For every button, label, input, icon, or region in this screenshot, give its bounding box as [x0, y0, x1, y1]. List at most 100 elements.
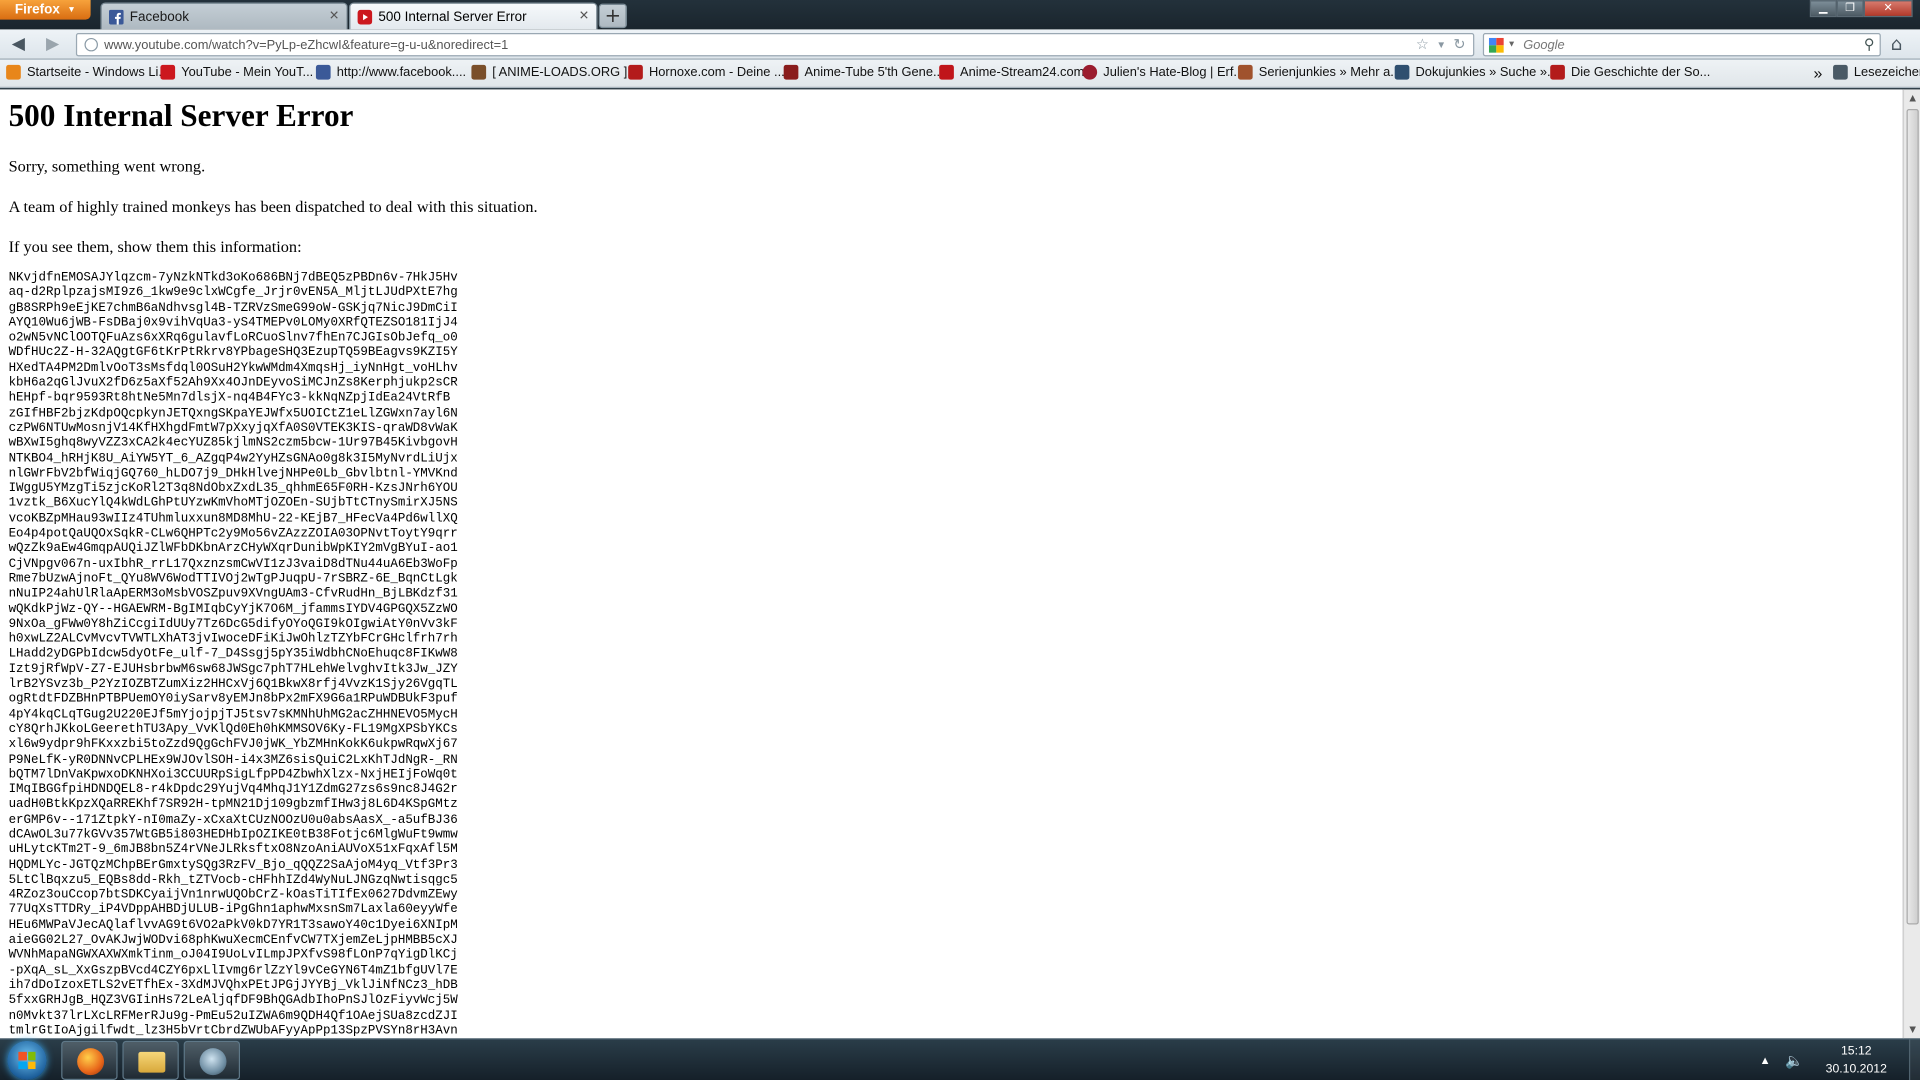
bookmarks-menu-label: Lesezeichen [1853, 64, 1920, 80]
blog-icon [1082, 64, 1098, 80]
forward-button[interactable]: ▶ [42, 34, 64, 54]
firefox-menu-label: Firefox [14, 2, 60, 18]
windows-logo-icon [18, 1051, 36, 1069]
url-bar-actions: ☆ ▼ ↻ [1416, 36, 1466, 56]
volume-icon[interactable]: 🔈 [1785, 1052, 1803, 1069]
bookmark-item[interactable]: Anime-Tube 5'th Gene... [783, 64, 944, 80]
taskbar-explorer[interactable] [122, 1040, 179, 1080]
bookmark-label: Die Geschichte der So... [1571, 64, 1711, 80]
screen: Firefox ▼ Facebook ✕ 500 Internal Server… [0, 0, 1920, 1080]
scroll-up-icon[interactable]: ▲ [1904, 89, 1920, 106]
firefox-menu-button[interactable]: Firefox ▼ [0, 0, 91, 20]
clock-time: 15:12 [1840, 1044, 1872, 1058]
clock[interactable]: 15:12 30.10.2012 [1826, 1042, 1887, 1079]
facebook-icon [315, 64, 331, 80]
clock-date: 30.10.2012 [1825, 1062, 1887, 1077]
monkeys-message: A team of highly trained monkeys has bee… [8, 197, 538, 216]
anime-loads-icon [471, 64, 487, 80]
bookmark-star-icon[interactable]: ☆ [1416, 36, 1429, 56]
bookmark-label: Serienjunkies » Mehr a... [1258, 64, 1402, 80]
serienjunkies-icon [1237, 64, 1253, 80]
back-arrow-icon: ◀ [11, 34, 25, 54]
anime-tube-icon [783, 64, 799, 80]
close-tab-icon[interactable]: ✕ [329, 10, 339, 23]
url-text[interactable]: www.youtube.com/watch?v=PyLp-eZhcwI&feat… [104, 37, 508, 52]
tab-label: 500 Internal Server Error [378, 9, 527, 24]
bookmark-label: Startseite - Windows Li... [26, 64, 170, 80]
forward-arrow-icon: ▶ [46, 34, 60, 54]
scroll-down-icon[interactable]: ▼ [1904, 1021, 1920, 1038]
bookmark-item[interactable]: Die Geschichte der So... [1550, 64, 1711, 80]
tab-label: Facebook [129, 9, 189, 24]
close-window-button[interactable]: ✕ [1863, 0, 1913, 18]
youtube-icon [357, 9, 373, 24]
dropdown-arrow-icon: ▼ [67, 5, 76, 15]
search-input[interactable]: Google [1523, 37, 1564, 52]
explorer-folder-icon [138, 1051, 166, 1073]
bookmark-item[interactable]: Anime-Stream24.com [939, 64, 1085, 80]
home-button[interactable]: ⌂ [1891, 33, 1903, 55]
home-icon: ⌂ [1890, 33, 1903, 56]
back-button[interactable]: ◀ [7, 34, 29, 54]
window-controls: ▁ ❐ ✕ [1809, 0, 1913, 18]
bookmark-item[interactable]: Julien's Hate-Blog | Erf... [1082, 64, 1245, 80]
bookmark-item[interactable]: Dokujunkies » Suche »... [1394, 64, 1558, 80]
rss-icon [6, 64, 21, 80]
taskbar-firefox[interactable] [61, 1040, 118, 1080]
new-tab-button[interactable]: + [598, 3, 627, 29]
debug-info-block: NKvjdfnEMOSAJYlqzcm-7yNzkNTkd3oKo686BNj7… [8, 271, 458, 1039]
bookmark-label: Anime-Stream24.com [960, 64, 1085, 80]
bookmark-item[interactable]: Hornoxe.com - Deine ... [628, 64, 785, 80]
search-bar[interactable]: ▼ Google ⚲ [1482, 33, 1881, 57]
facebook-icon [108, 9, 124, 24]
bookmark-label: [ ANIME-LOADS.ORG ]... [492, 64, 638, 80]
start-button[interactable] [7, 1040, 47, 1080]
youtube-icon [160, 64, 176, 80]
info-prompt: If you see them, show them this informat… [8, 237, 302, 256]
bookmark-label: Julien's Hate-Blog | Erf... [1103, 64, 1245, 80]
error-heading: 500 Internal Server Error [8, 97, 354, 134]
page-content: 500 Internal Server Error Sorry, somethi… [0, 89, 1903, 1039]
devil-icon [628, 64, 643, 80]
site-identity-icon[interactable] [84, 37, 98, 52]
bookmark-label: Anime-Tube 5'th Gene... [804, 64, 944, 80]
title-bar: Firefox ▼ Facebook ✕ 500 Internal Server… [0, 0, 1920, 30]
reload-icon[interactable]: ↻ [1453, 36, 1465, 56]
bookmark-item[interactable]: http://www.facebook.... [315, 64, 467, 80]
bookmark-label: Dokujunkies » Suche »... [1415, 64, 1558, 80]
tab-error-page[interactable]: 500 Internal Server Error ✕ [348, 2, 598, 30]
bookmarks-toolbar: Startseite - Windows Li... YouTube - Mei… [0, 60, 1920, 89]
bookmark-item[interactable]: [ ANIME-LOADS.ORG ]... [471, 64, 638, 80]
bookmarks-menu-icon [1833, 64, 1848, 80]
navigation-toolbar: ◀ ▶ www.youtube.com/watch?v=PyLp-eZhcwI&… [0, 29, 1920, 61]
search-icon[interactable]: ⚲ [1864, 36, 1875, 53]
bookmark-item[interactable]: Serienjunkies » Mehr a... [1237, 64, 1402, 80]
taskbar-media-player[interactable] [183, 1040, 241, 1080]
minimize-button[interactable]: ▁ [1809, 0, 1837, 18]
scrollbar-thumb[interactable] [1906, 108, 1919, 925]
maximize-button[interactable]: ❐ [1836, 0, 1864, 18]
firefox-icon [77, 1048, 105, 1076]
history-dropdown-icon[interactable]: ▼ [1436, 36, 1446, 56]
dokujunkies-icon [1394, 64, 1410, 80]
bookmark-label: Hornoxe.com - Deine ... [648, 64, 785, 80]
bookmark-label: YouTube - Mein YouT... [181, 64, 314, 80]
tab-facebook[interactable]: Facebook ✕ [100, 2, 348, 30]
google-icon[interactable] [1488, 37, 1504, 53]
system-tray: ▲ 🔈 15:12 30.10.2012 [1760, 1039, 1920, 1080]
bookmark-item[interactable]: Startseite - Windows Li... [6, 64, 170, 80]
vertical-scrollbar[interactable]: ▲ ▼ [1902, 89, 1920, 1039]
anime-stream-icon [939, 64, 954, 80]
devil-icon [1550, 64, 1565, 80]
error-message: Sorry, something went wrong. [8, 156, 206, 176]
bookmark-label: http://www.facebook.... [336, 64, 467, 80]
url-bar[interactable]: www.youtube.com/watch?v=PyLp-eZhcwI&feat… [75, 33, 1475, 57]
bookmark-item[interactable]: YouTube - Mein YouT... [160, 64, 314, 80]
show-desktop-button[interactable] [1908, 1039, 1920, 1080]
bookmarks-menu-button[interactable]: Lesezeichen [1833, 64, 1920, 80]
media-player-icon [199, 1048, 227, 1076]
search-engine-dropdown-icon[interactable]: ▼ [1507, 40, 1515, 49]
show-hidden-icons-icon[interactable]: ▲ [1760, 1054, 1771, 1066]
close-tab-icon[interactable]: ✕ [579, 10, 589, 23]
bookmarks-overflow-button[interactable]: » [1813, 64, 1822, 82]
